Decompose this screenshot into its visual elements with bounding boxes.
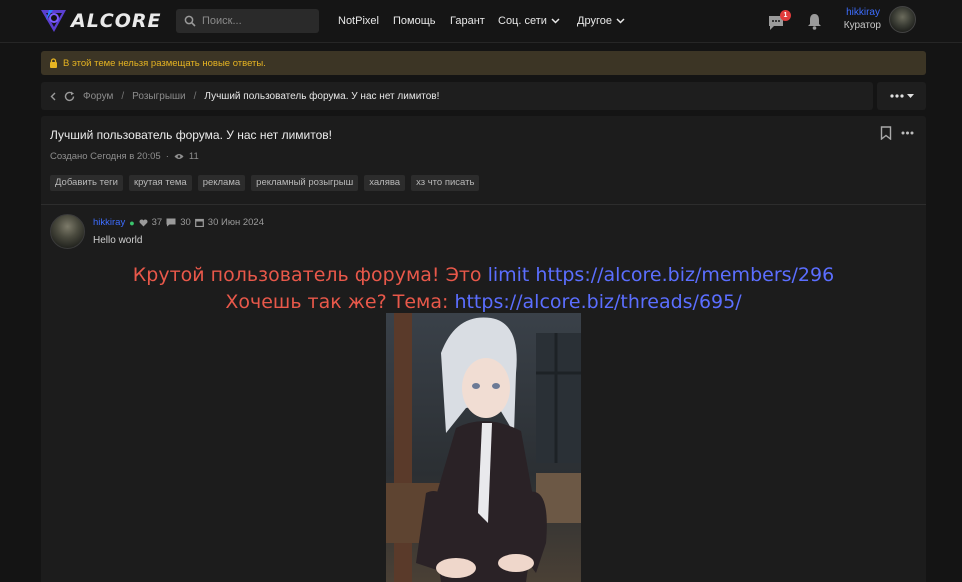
promo-line-2: Хочешь так же? Тема: https://alcore.biz/… — [41, 289, 926, 316]
bell-icon[interactable] — [807, 13, 822, 30]
thread-title: Лучший пользователь форума. У нас нет ли… — [50, 128, 332, 142]
site-logo[interactable]: ALCORE — [40, 8, 162, 34]
breadcrumb-separator: / — [193, 90, 197, 102]
limit-link[interactable]: limit — [488, 264, 530, 286]
thread-link[interactable]: https://alcore.biz/threads/695/ — [454, 291, 741, 313]
nav-label: Помощь — [393, 15, 436, 27]
promo-text-part: Хочешь так же? Тема: — [225, 291, 455, 313]
notification-badge: 1 — [780, 10, 791, 21]
created-date: Создано Сегодня в 20:05 — [50, 151, 161, 162]
breadcrumb-giveaways[interactable]: Розыгрыши — [132, 91, 185, 102]
post-text: Hello world — [93, 235, 143, 246]
anime-girl-image — [386, 313, 581, 582]
thread-menu-button[interactable] — [877, 82, 926, 110]
chevron-down-icon — [906, 94, 914, 98]
user-role: Куратор — [843, 20, 881, 31]
divider — [41, 204, 926, 205]
promo-line-1: Крутой пользователь форума! Это limit ht… — [41, 262, 926, 289]
nav-notpixel[interactable]: NotPixel — [338, 14, 379, 28]
avatar[interactable] — [50, 214, 85, 249]
avatar[interactable] — [889, 6, 916, 33]
post-header: hikkiray ● 37 30 30 Июн 2024 — [93, 217, 264, 228]
conversations-button[interactable]: 1 — [767, 10, 791, 32]
ellipsis-icon[interactable] — [901, 131, 914, 135]
message-count: 30 — [180, 217, 191, 228]
eye-icon — [174, 154, 184, 159]
nav-help[interactable]: Помощь — [393, 14, 436, 28]
promo-text: Крутой пользователь форума! Это limit ht… — [41, 262, 926, 316]
back-chevron-icon[interactable] — [50, 92, 56, 101]
nav-social[interactable]: Соц. сети — [498, 14, 560, 28]
breadcrumb-separator: / — [121, 90, 125, 102]
promo-text-part: Крутой пользователь форума! Это — [132, 264, 488, 286]
breadcrumb-forum[interactable]: Форум — [83, 91, 113, 102]
nav-guarantor[interactable]: Гарант — [450, 14, 485, 28]
tag[interactable]: крутая тема — [128, 175, 192, 191]
breadcrumb: Форум / Розыгрыши / Лучший пользователь … — [41, 82, 873, 110]
calendar-icon — [194, 218, 204, 227]
user-name[interactable]: hikkiray — [846, 7, 880, 18]
tag[interactable]: реклама — [197, 175, 246, 191]
tag[interactable]: халява — [364, 175, 406, 191]
search-input[interactable] — [202, 15, 312, 27]
nav-label: Гарант — [450, 15, 485, 27]
online-indicator: ● — [129, 217, 135, 228]
logo-mark-icon — [41, 10, 66, 32]
notice-text: В этой теме нельзя размещать новые ответ… — [63, 57, 266, 69]
chevron-down-icon — [616, 18, 625, 24]
like-count: 37 — [151, 217, 163, 228]
bookmark-icon[interactable] — [880, 126, 892, 140]
nav-other[interactable]: Другое — [577, 14, 625, 28]
nav-label: Другое — [577, 15, 612, 27]
view-count: 11 — [188, 151, 199, 162]
tag[interactable]: рекламный розыгрыш — [251, 175, 359, 191]
thread-card: Лучший пользователь форума. У нас нет ли… — [41, 116, 926, 582]
refresh-icon[interactable] — [64, 91, 75, 102]
thread-meta: Создано Сегодня в 20:05 · 11 — [50, 151, 199, 162]
member-link[interactable]: https://alcore.biz/members/296 — [535, 264, 834, 286]
logo-text: ALCORE — [71, 10, 162, 32]
search-icon — [184, 15, 196, 27]
message-icon — [166, 218, 176, 227]
breadcrumb-current: Лучший пользователь форума. У нас нет ли… — [204, 90, 440, 102]
search-box[interactable] — [176, 9, 319, 33]
add-tags-button[interactable]: Добавить теги — [50, 175, 123, 191]
post-date: 30 Июн 2024 — [207, 217, 264, 228]
ellipsis-icon — [889, 94, 904, 98]
locked-notice: В этой теме нельзя размещать новые ответ… — [41, 51, 926, 75]
meta-separator: · — [165, 151, 169, 162]
tag[interactable]: хз что писать — [411, 175, 480, 191]
heart-icon — [139, 218, 148, 226]
post-author[interactable]: hikkiray — [93, 217, 125, 228]
nav-label: Соц. сети — [498, 15, 547, 27]
tag-list: Добавить теги крутая тема реклама реклам… — [50, 175, 480, 191]
chevron-down-icon — [551, 18, 560, 24]
nav-label: NotPixel — [338, 15, 379, 27]
lock-icon — [50, 58, 57, 68]
top-bar: ALCORE NotPixel Помощь Гарант Соц. сети … — [0, 0, 962, 43]
